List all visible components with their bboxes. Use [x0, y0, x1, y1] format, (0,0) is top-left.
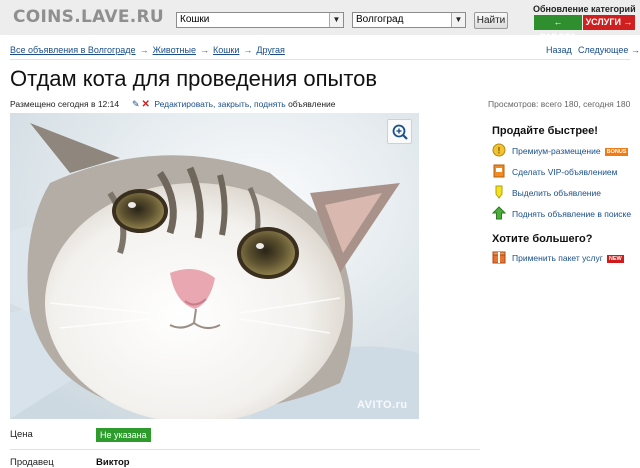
- sidebar-item-label: Сделать VIP-объявлением: [512, 167, 618, 177]
- back-link[interactable]: Назад: [546, 45, 572, 55]
- sidebar-item-label: Применить пакет услуг: [512, 253, 603, 263]
- next-link[interactable]: Следующее →: [578, 45, 640, 55]
- find-button[interactable]: Найти: [474, 12, 508, 29]
- seller-name[interactable]: Виктор: [96, 457, 130, 468]
- top-bar: COINS.LAVE.RU Кошки ▼ Волгоград ▼ Найти …: [0, 0, 640, 42]
- seller-label: Продавец: [10, 457, 54, 468]
- views-counter: Просмотров: всего 180, сегодня 180: [488, 99, 631, 109]
- edit-link[interactable]: Редактировать, закрыть, поднять: [154, 99, 285, 109]
- svg-text:!: !: [498, 146, 501, 156]
- breadcrumb-all-ads[interactable]: Все объявления в Волгограде: [10, 45, 136, 55]
- job-button[interactable]: ← РАБОТА: [534, 15, 582, 42]
- divider: [10, 449, 480, 450]
- category-select[interactable]: Кошки ▼: [176, 12, 344, 28]
- site-watermark: COINS.LAVE.RU: [13, 7, 165, 27]
- premium-coin-icon: !: [492, 143, 506, 157]
- sidebar-item-label: Поднять объявление в поиске: [512, 209, 632, 219]
- price-value: Не указана: [96, 428, 151, 442]
- breadcrumb-separator: →: [199, 45, 209, 55]
- page-title: Отдам кота для проведения опытов: [10, 66, 378, 91]
- highlighter-icon: [495, 185, 503, 199]
- posted-date: Размещено сегодня в 12:14: [10, 99, 120, 109]
- arrow-up-icon: [492, 206, 506, 220]
- sidebar-item-label: Премиум-размещение: [512, 146, 601, 156]
- breadcrumb-cats[interactable]: Кошки: [213, 45, 239, 55]
- bonus-badge: BONUS: [604, 148, 629, 156]
- categories-update-label: Обновление категорий: [533, 4, 636, 14]
- edit-suffix: объявление: [288, 99, 336, 109]
- listing-photo[interactable]: [10, 113, 419, 419]
- sell-faster-heading: Продайте быстрее!: [492, 125, 598, 137]
- category-select-value: Кошки: [180, 14, 210, 25]
- breadcrumb-other[interactable]: Другая: [256, 45, 284, 55]
- breadcrumb-animals[interactable]: Животные: [153, 45, 196, 55]
- sidebar-item-label: Выделить объявление: [512, 188, 601, 198]
- vip-icon: [493, 164, 505, 178]
- cat-photo: [10, 113, 419, 419]
- chevron-down-icon[interactable]: ▼: [329, 13, 343, 27]
- divider: [10, 59, 630, 60]
- zoom-button[interactable]: [387, 119, 412, 144]
- magnifier-icon: [392, 124, 408, 140]
- city-select-value: Волгоград: [356, 14, 404, 25]
- price-label: Цена: [10, 429, 33, 440]
- breadcrumb: Все объявления в Волгограде → Животные → Кош…: [10, 45, 285, 55]
- package-icon: [492, 251, 506, 264]
- close-icon[interactable]: ✕: [140, 99, 152, 110]
- services-button[interactable]: УСЛУГИ →: [583, 15, 635, 30]
- breadcrumb-separator: →: [139, 45, 149, 55]
- new-badge: NEW: [606, 255, 624, 263]
- breadcrumb-separator: →: [243, 45, 253, 55]
- photo-watermark: AVITO.ru: [357, 399, 408, 411]
- pencil-icon[interactable]: ✎: [132, 99, 140, 109]
- city-select[interactable]: Волгоград ▼: [352, 12, 466, 28]
- want-more-heading: Хотите большего?: [492, 233, 593, 245]
- chevron-down-icon[interactable]: ▼: [451, 13, 465, 27]
- edit-actions: ✎ ✕ Редактировать, закрыть, поднять объяв…: [132, 99, 335, 110]
